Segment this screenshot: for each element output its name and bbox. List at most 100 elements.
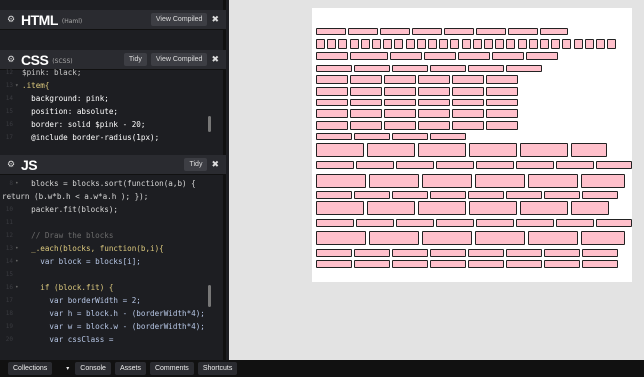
pink-block <box>475 174 525 188</box>
pink-block <box>350 52 388 60</box>
comments-button[interactable]: Comments <box>149 362 194 375</box>
pink-block <box>506 260 542 268</box>
pink-block <box>396 161 434 169</box>
pink-block <box>383 39 393 49</box>
editor-column: ⚙ HTML (Haml) View Compiled ✖ ⚙ CSS (SCS… <box>0 0 226 360</box>
pink-block <box>452 121 484 130</box>
packed-blocks-canvas <box>312 8 632 282</box>
pink-block <box>316 39 325 49</box>
css-tidy-button[interactable]: Tidy <box>123 53 147 66</box>
pink-block <box>384 121 416 130</box>
pink-block <box>316 28 346 35</box>
pink-block <box>526 52 558 60</box>
pink-block <box>316 174 366 188</box>
html-close-icon[interactable]: ✖ <box>211 15 219 25</box>
css-close-icon[interactable]: ✖ <box>211 55 219 65</box>
pink-block <box>476 28 506 35</box>
result-preview <box>229 0 644 360</box>
html-view-compiled-button[interactable]: View Compiled <box>150 13 208 26</box>
pink-block <box>458 52 490 60</box>
pink-block <box>469 201 517 215</box>
js-tidy-button[interactable]: Tidy <box>184 158 208 171</box>
html-pane-title: HTML <box>21 11 58 28</box>
pink-block <box>556 219 594 227</box>
shortcuts-button[interactable]: Shortcuts <box>197 362 238 375</box>
pink-block <box>350 121 382 130</box>
pink-block <box>540 28 568 35</box>
code-line: 11 <box>5 219 13 226</box>
code-line: 20 var cssClass = <box>5 335 114 344</box>
pink-block <box>416 39 426 49</box>
chevron-down-icon[interactable]: ▾ <box>66 365 69 372</box>
pink-block <box>468 249 504 257</box>
pink-block <box>360 39 370 49</box>
pink-block <box>528 231 578 245</box>
pink-block <box>384 99 416 106</box>
pink-block <box>452 109 484 118</box>
pink-block <box>392 249 428 257</box>
collections-button[interactable]: Collections <box>8 362 53 375</box>
pink-block <box>316 161 354 169</box>
pink-block <box>316 191 352 199</box>
pink-block <box>436 161 474 169</box>
pink-block <box>354 65 390 72</box>
pink-block <box>418 109 450 118</box>
code-line: 12 $pink: black; <box>5 68 82 77</box>
js-close-icon[interactable]: ✖ <box>211 160 219 170</box>
pink-block <box>476 219 514 227</box>
html-pane-header: ⚙ HTML (Haml) View Compiled ✖ <box>0 10 226 30</box>
pink-block <box>350 99 382 106</box>
pink-block <box>506 65 542 72</box>
pink-block <box>316 109 348 118</box>
pink-block <box>316 65 352 72</box>
pink-block <box>372 39 381 49</box>
pink-block <box>430 260 466 268</box>
settings-gear-icon[interactable]: ⚙ <box>6 160 16 170</box>
pink-block <box>596 161 632 169</box>
css-editor[interactable]: 12 $pink: black; 13 ▾ .item{ 14 background:… <box>0 66 220 150</box>
pink-block <box>596 39 605 49</box>
pink-block <box>540 39 549 49</box>
pink-block <box>392 65 428 72</box>
pink-block <box>508 28 538 35</box>
js-pane-title: JS <box>21 156 38 173</box>
css-scrollbar[interactable] <box>208 116 211 132</box>
pink-block <box>316 75 348 84</box>
pink-block <box>486 121 518 130</box>
pink-block <box>584 39 594 49</box>
pink-block <box>562 39 572 49</box>
settings-gear-icon[interactable]: ⚙ <box>6 15 16 25</box>
pink-block <box>428 39 437 49</box>
pink-block <box>367 201 415 215</box>
pink-block <box>354 260 390 268</box>
settings-gear-icon[interactable]: ⚙ <box>6 55 16 65</box>
code-line: 14 background: pink; <box>5 94 109 103</box>
pink-block <box>384 75 416 84</box>
pink-block <box>476 161 514 169</box>
pink-block <box>380 28 410 35</box>
js-scrollbar[interactable] <box>208 285 211 307</box>
css-pane-preprocessor: (SCSS) <box>52 57 73 65</box>
pink-block <box>394 39 404 49</box>
code-line: 18 var h = block.h - (borderWidth*4); <box>5 309 205 318</box>
pink-block <box>405 39 415 49</box>
assets-button[interactable]: Assets <box>114 362 146 375</box>
pink-block <box>350 109 382 118</box>
pink-block <box>338 39 348 49</box>
pink-block <box>424 52 456 60</box>
pink-block <box>581 174 625 188</box>
pink-block <box>582 249 618 257</box>
pink-block <box>571 201 609 215</box>
pink-block <box>506 191 542 199</box>
pink-block <box>452 75 484 84</box>
pink-block <box>396 219 434 227</box>
pink-block <box>316 121 348 130</box>
pink-block <box>430 65 466 72</box>
css-view-compiled-button[interactable]: View Compiled <box>150 53 208 66</box>
js-editor[interactable]: 8 • blocks = blocks.sort(function(a,b) { … <box>0 177 220 360</box>
pink-block <box>468 191 504 199</box>
console-button[interactable]: Console <box>75 362 111 375</box>
pink-block <box>607 39 617 49</box>
pink-block <box>544 260 580 268</box>
pink-block <box>316 249 352 257</box>
